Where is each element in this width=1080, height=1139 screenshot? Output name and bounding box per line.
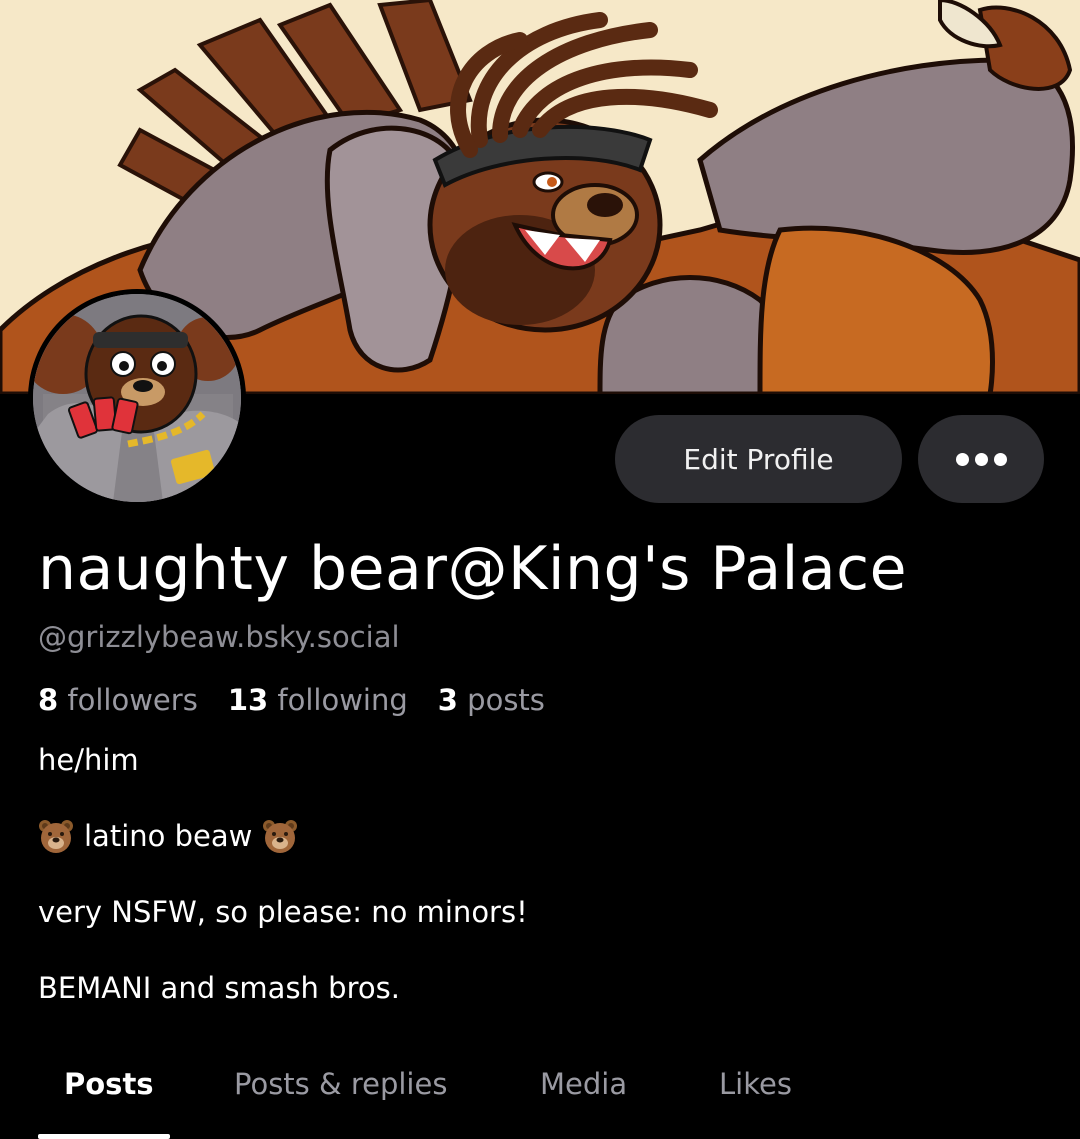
bio-tagline: latino beaw <box>84 819 253 853</box>
tab-posts[interactable]: Posts <box>64 1067 154 1101</box>
bio-tagline-line: latino beaw <box>38 818 298 854</box>
bear-face-icon <box>38 818 74 854</box>
profile-stats: 8 followers 13 following 3 posts <box>38 683 545 717</box>
bio-interests: BEMANI and smash bros. <box>38 971 400 1005</box>
profile-handle[interactable]: @grizzlybeaw.bsky.social <box>38 620 400 654</box>
followers-stat[interactable]: 8 followers <box>38 683 198 717</box>
profile-tabs: Posts Posts & replies Media Likes <box>0 1055 1080 1139</box>
tab-posts-and-replies[interactable]: Posts & replies <box>234 1067 447 1101</box>
followers-count: 8 <box>38 683 59 717</box>
posts-count: 3 <box>437 683 458 717</box>
followers-label: followers <box>67 683 198 717</box>
avatar[interactable] <box>28 289 246 507</box>
tab-media[interactable]: Media <box>540 1067 627 1101</box>
ellipsis-icon <box>955 452 1007 466</box>
bio-warning: very NSFW, so please: no minors! <box>38 895 528 929</box>
bio-pronouns: he/him <box>38 743 139 777</box>
tab-likes[interactable]: Likes <box>719 1067 792 1101</box>
edit-profile-button[interactable]: Edit Profile <box>615 415 902 503</box>
following-count: 13 <box>227 683 269 717</box>
posts-stat: 3 posts <box>438 683 545 717</box>
bear-face-icon <box>262 818 298 854</box>
avatar-illustration <box>33 294 241 502</box>
active-tab-indicator <box>38 1134 170 1139</box>
following-stat[interactable]: 13 following <box>228 683 408 717</box>
following-label: following <box>277 683 408 717</box>
display-name: naughty bear@King's Palace <box>38 534 908 604</box>
more-options-button[interactable] <box>918 415 1044 503</box>
posts-label: posts <box>467 683 545 717</box>
